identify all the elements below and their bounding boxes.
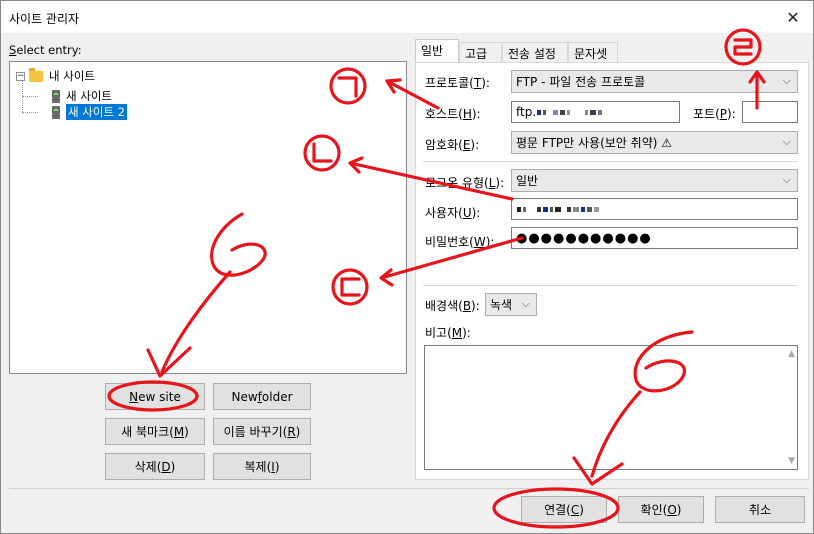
protocol-label: 프로토콜(T):	[425, 76, 490, 90]
tree-item-label: 내 사이트	[49, 69, 95, 83]
delete-button[interactable]: 삭제(D)	[105, 453, 205, 480]
scroll-up-icon[interactable]: ▲	[788, 349, 795, 359]
host-label: 호스트(H):	[425, 107, 481, 121]
logon-type-value: 일반	[516, 174, 539, 188]
user-label: 사용자(U):	[425, 206, 481, 220]
server-icon	[52, 105, 60, 119]
site-manager-window: 사이트 관리자 ✕ Select entry: − 내 사이트 새 사이트 새 …	[0, 0, 814, 534]
select-entry-label: Select entry:	[9, 43, 82, 57]
encryption-value: 평문 FTP만 사용(보안 취약) ⚠	[516, 136, 672, 150]
chevron-down-icon: ⌵	[521, 297, 530, 310]
tree-item-label: 새 사이트 2	[66, 104, 127, 120]
bg-color-label: 배경색(B):	[425, 299, 480, 313]
rename-button[interactable]: 이름 바꾸기(R)	[213, 418, 311, 445]
tree-item-new-site[interactable]: 새 사이트	[52, 88, 112, 104]
new-bookmark-button[interactable]: 새 북마크(M)	[105, 418, 205, 445]
password-field[interactable]: ●●●●●●●●●●●	[511, 227, 798, 249]
tab-advanced[interactable]: 고급	[459, 42, 502, 63]
protocol-value: FTP - 파일 전송 프로토콜	[516, 75, 646, 89]
user-field[interactable]	[511, 198, 798, 220]
title-bar: 사이트 관리자 ✕	[1, 1, 813, 33]
logon-type-select[interactable]: 일반 ⌵	[511, 169, 798, 192]
tree-item-my-sites[interactable]: − 내 사이트	[16, 67, 95, 84]
tree-item-label: 새 사이트	[66, 89, 112, 103]
bg-color-select[interactable]: 녹색 ⌵	[485, 293, 537, 316]
new-site-button[interactable]: New site	[105, 383, 205, 410]
separator	[423, 161, 798, 162]
separator	[423, 285, 798, 286]
folder-icon	[29, 67, 43, 82]
ok-button[interactable]: 확인(O)	[618, 496, 704, 523]
comments-label: 비고(M):	[425, 326, 471, 340]
port-label: 포트(P):	[693, 107, 736, 121]
tab-charset[interactable]: 문자셋	[568, 42, 618, 63]
collapse-icon[interactable]: −	[16, 71, 25, 81]
server-icon	[52, 89, 60, 103]
protocol-select[interactable]: FTP - 파일 전송 프로토콜 ⌵	[511, 70, 798, 93]
footer-divider	[9, 488, 809, 489]
tree-item-new-site-2[interactable]: 새 사이트 2	[52, 104, 127, 120]
port-field[interactable]	[742, 101, 798, 123]
site-tree[interactable]: − 내 사이트 새 사이트 새 사이트 2	[9, 61, 407, 374]
logon-type-label: 로그온 유형(L):	[425, 176, 505, 190]
tab-transfer-settings[interactable]: 전송 설정	[502, 42, 568, 63]
chevron-down-icon: ⌵	[782, 74, 791, 87]
password-label: 비밀번호(W):	[425, 235, 495, 249]
tab-general[interactable]: 일반	[415, 39, 459, 63]
scroll-down-icon[interactable]: ▼	[788, 456, 795, 466]
bg-color-value: 녹색	[490, 298, 513, 312]
host-value: ftp.	[516, 105, 537, 119]
tree-line	[22, 80, 23, 114]
chevron-down-icon: ⌵	[782, 173, 791, 186]
connect-button[interactable]: 연결(C)	[521, 496, 607, 523]
new-folder-button[interactable]: New f older	[213, 383, 311, 410]
window-title: 사이트 관리자	[9, 12, 80, 26]
cancel-button[interactable]: 취소	[715, 496, 805, 523]
comments-textarea[interactable]: ▲ ▼	[424, 345, 798, 470]
duplicate-button[interactable]: 복제(I)	[213, 453, 311, 480]
tree-line	[22, 112, 38, 113]
encryption-label: 암호화(E):	[425, 138, 480, 152]
encryption-select[interactable]: 평문 FTP만 사용(보안 취약) ⚠ ⌵	[511, 131, 798, 154]
chevron-down-icon: ⌵	[782, 135, 791, 148]
tree-line	[22, 96, 38, 97]
host-field[interactable]: ftp.	[511, 101, 680, 123]
close-icon[interactable]: ✕	[773, 1, 813, 33]
